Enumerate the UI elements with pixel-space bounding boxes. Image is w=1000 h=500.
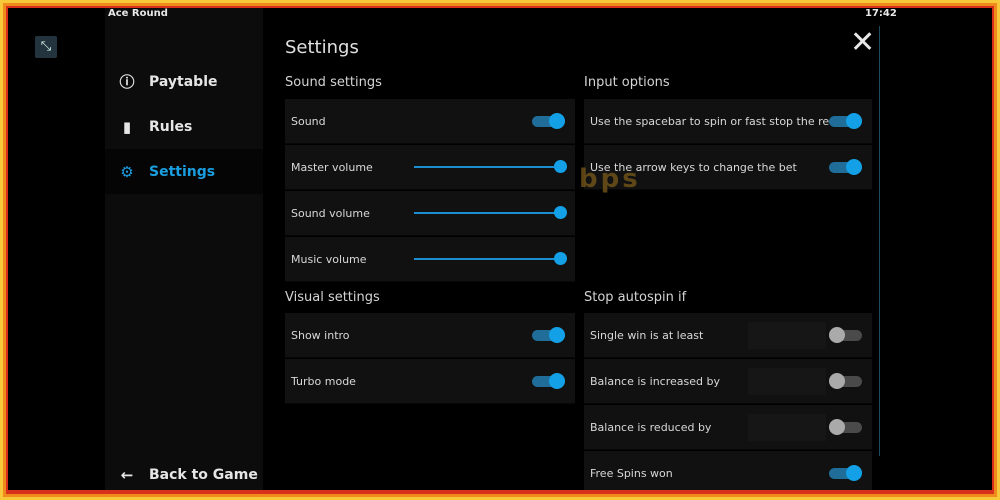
master-volume-slider[interactable] bbox=[414, 160, 567, 173]
setting-row-balance-increased: Balance is increased by bbox=[584, 359, 872, 404]
sidebar-item-settings[interactable]: ⚙ Settings bbox=[105, 149, 263, 194]
setting-row-master-volume: Master volume bbox=[285, 145, 575, 190]
spacebar-toggle[interactable] bbox=[829, 113, 862, 129]
game-title: Ace Round bbox=[108, 8, 168, 19]
exit-fullscreen-button[interactable]: ⤡ bbox=[35, 36, 57, 58]
single-win-input[interactable] bbox=[748, 322, 826, 349]
close-icon: ✕ bbox=[850, 25, 876, 60]
setting-row-turbo-mode: Turbo mode bbox=[285, 359, 575, 404]
setting-label: Sound volume bbox=[291, 206, 370, 220]
page-title: Settings bbox=[285, 37, 359, 58]
setting-row-single-win: Single win is at least bbox=[584, 313, 872, 358]
info-icon: ⓘ bbox=[119, 73, 135, 91]
setting-label: Single win is at least bbox=[590, 328, 704, 342]
arrow-keys-toggle[interactable] bbox=[829, 159, 862, 175]
back-to-game-button[interactable]: ← Back to Game bbox=[105, 452, 263, 490]
sidebar-item-label: Paytable bbox=[149, 73, 218, 90]
setting-label: Use the spacebar to spin or fast stop th… bbox=[590, 114, 845, 128]
section-heading: Input options bbox=[584, 75, 670, 90]
setting-row-sound: Sound bbox=[285, 99, 575, 144]
setting-label: Show intro bbox=[291, 328, 350, 342]
sidebar: ⓘ Paytable ▮ Rules ⚙ Settings ← Back to Game bbox=[105, 8, 263, 490]
gear-icon: ⚙ bbox=[120, 162, 134, 181]
setting-row-sound-volume: Sound volume bbox=[285, 191, 575, 236]
sidebar-item-label: Rules bbox=[149, 118, 193, 135]
sidebar-item-rules[interactable]: ▮ Rules bbox=[105, 104, 263, 149]
scrollbar[interactable] bbox=[879, 26, 880, 456]
sound-toggle[interactable] bbox=[532, 113, 565, 129]
back-label: Back to Game bbox=[149, 466, 258, 483]
arrow-left-icon: ← bbox=[120, 465, 134, 484]
section-heading: Visual settings bbox=[285, 290, 380, 305]
game-screen: Ace Round 17:42 ⤡ ⓘ Paytable ▮ Rules ⚙ Sett… bbox=[8, 8, 992, 490]
close-button[interactable]: ✕ bbox=[850, 28, 875, 58]
setting-label: Free Spins won bbox=[590, 466, 673, 480]
section-heading: Sound settings bbox=[285, 75, 382, 90]
setting-label: Sound bbox=[291, 114, 326, 128]
setting-row-spacebar: Use the spacebar to spin or fast stop th… bbox=[584, 99, 872, 144]
setting-label: Balance is increased by bbox=[590, 374, 720, 388]
clock: 17:42 bbox=[865, 8, 897, 19]
setting-row-show-intro: Show intro bbox=[285, 313, 575, 358]
setting-row-balance-reduced: Balance is reduced by bbox=[584, 405, 872, 450]
book-icon: ▮ bbox=[122, 117, 132, 136]
balance-increased-input[interactable] bbox=[748, 368, 826, 395]
setting-row-free-spins: Free Spins won bbox=[584, 451, 872, 490]
music-volume-slider[interactable] bbox=[414, 252, 567, 265]
balance-reduced-toggle[interactable] bbox=[829, 419, 862, 435]
setting-label: Turbo mode bbox=[291, 374, 356, 388]
turbo-mode-toggle[interactable] bbox=[532, 373, 565, 389]
free-spins-toggle[interactable] bbox=[829, 465, 862, 481]
minimize-icon: ⤡ bbox=[40, 39, 52, 54]
single-win-toggle[interactable] bbox=[829, 327, 862, 343]
balance-increased-toggle[interactable] bbox=[829, 373, 862, 389]
balance-reduced-input[interactable] bbox=[748, 414, 826, 441]
show-intro-toggle[interactable] bbox=[532, 327, 565, 343]
sidebar-item-label: Settings bbox=[149, 163, 216, 180]
watermark-logo: bps bbox=[579, 164, 641, 194]
sidebar-item-paytable[interactable]: ⓘ Paytable bbox=[105, 59, 263, 104]
setting-row-music-volume: Music volume bbox=[285, 237, 575, 282]
setting-label: Music volume bbox=[291, 252, 367, 266]
sound-volume-slider[interactable] bbox=[414, 206, 567, 219]
setting-label: Master volume bbox=[291, 160, 373, 174]
setting-label: Balance is reduced by bbox=[590, 420, 712, 434]
section-heading: Stop autospin if bbox=[584, 290, 687, 305]
